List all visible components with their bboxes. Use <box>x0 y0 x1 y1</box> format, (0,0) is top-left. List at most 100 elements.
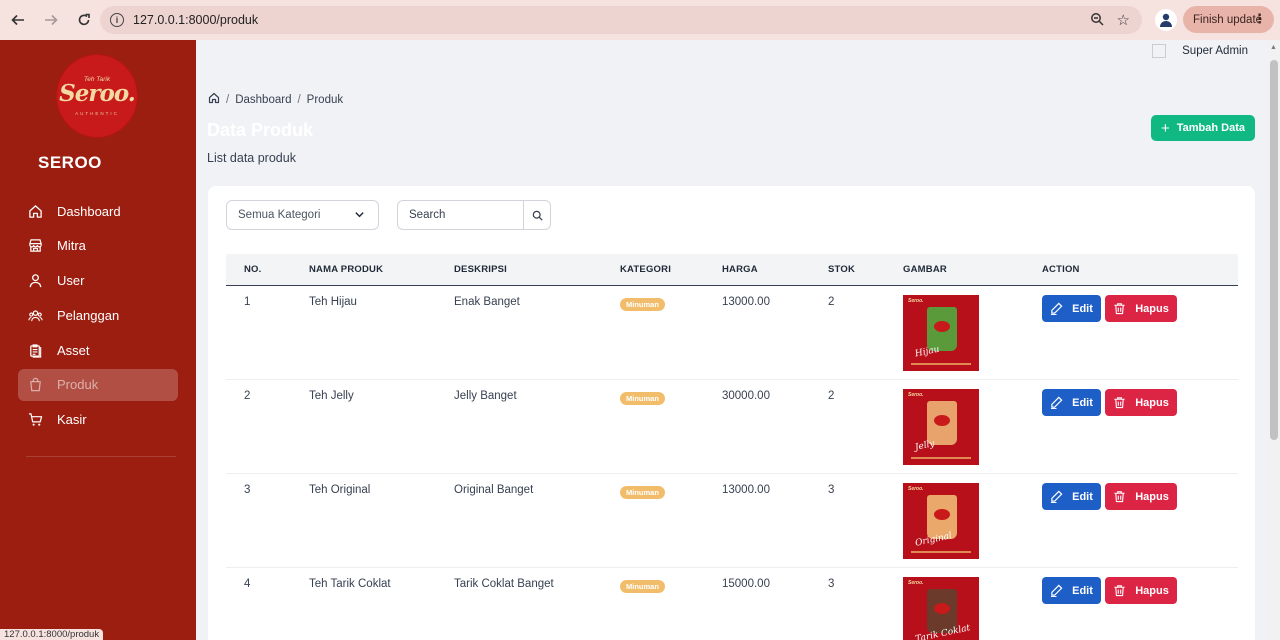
edit-label: Edit <box>1072 490 1093 503</box>
header-price: HARGA <box>722 264 758 275</box>
row-name: Teh Tarik Coklat <box>309 578 391 590</box>
cup-label <box>934 415 950 426</box>
sidebar-item-label: Mitra <box>57 238 86 254</box>
row-desc: Original Banget <box>454 484 534 496</box>
forward-button[interactable] <box>36 5 66 35</box>
edit-icon <box>1051 396 1063 409</box>
user-name: Super Admin <box>1182 45 1248 57</box>
finish-update-label: Finish update <box>1193 13 1263 26</box>
trash-icon <box>1114 303 1125 315</box>
trash-icon <box>1114 397 1125 409</box>
arrow-right-icon <box>45 14 58 26</box>
clipboard-icon <box>27 342 43 358</box>
delete-label: Hapus <box>1135 396 1169 409</box>
edit-button[interactable]: Edit <box>1042 577 1101 604</box>
page-subtitle: List data produk <box>207 151 296 165</box>
cup-label <box>934 509 950 520</box>
delete-label: Hapus <box>1135 490 1169 503</box>
home-icon[interactable] <box>208 92 220 107</box>
row-name: Teh Jelly <box>309 390 354 402</box>
edit-label: Edit <box>1072 302 1093 315</box>
delete-button[interactable]: Hapus <box>1105 389 1177 416</box>
back-button[interactable] <box>3 5 33 35</box>
image-logo-text: Seroo. <box>908 580 924 586</box>
search-button[interactable] <box>523 201 550 229</box>
user-menu[interactable]: Super Admin <box>1152 44 1248 58</box>
sidebar-item-mitra[interactable]: Mitra <box>18 230 178 262</box>
scroll-thumb[interactable] <box>1270 60 1278 440</box>
plus-icon: + <box>1160 119 1170 137</box>
delete-button[interactable]: Hapus <box>1105 577 1177 604</box>
table-row: 1 Teh Hijau Enak Banget Minuman 13000.00… <box>226 286 1238 380</box>
breadcrumb: / Dashboard / Produk <box>208 92 343 107</box>
row-actions: Edit Hapus <box>1042 483 1177 510</box>
row-category: Minuman <box>620 296 665 311</box>
sidebar-item-label: Produk <box>57 377 99 393</box>
reload-button[interactable] <box>69 5 99 35</box>
sidebar-item-label: Kasir <box>57 412 87 428</box>
edit-label: Edit <box>1072 396 1093 409</box>
edit-button[interactable]: Edit <box>1042 483 1101 510</box>
search-icon <box>532 210 543 221</box>
row-stock: 3 <box>828 578 835 590</box>
scroll-up-arrow-icon[interactable]: ▲ <box>1270 44 1277 51</box>
cup-label <box>934 321 950 332</box>
row-category: Minuman <box>620 390 665 405</box>
row-no: 1 <box>244 296 251 308</box>
product-image[interactable]: Seroo. Hijau <box>903 295 979 371</box>
zoom-icon[interactable] <box>1090 12 1104 31</box>
sidebar-item-asset[interactable]: Asset <box>18 334 178 366</box>
reload-icon <box>78 13 90 26</box>
row-name: Teh Original <box>309 484 371 496</box>
search-group <box>397 200 551 230</box>
sidebar-item-produk[interactable]: Produk <box>18 368 178 401</box>
image-label: Jelly <box>914 439 936 453</box>
address-bar[interactable]: i 127.0.0.1:8000/produk ☆ <box>100 6 1142 34</box>
add-data-button[interactable]: + Tambah Data <box>1151 115 1255 141</box>
sidebar-item-label: User <box>57 273 85 289</box>
sidebar-item-pelanggan[interactable]: Pelanggan <box>18 299 178 331</box>
image-bar <box>911 457 971 459</box>
page-scrollbar[interactable]: ▲ <box>1268 40 1280 640</box>
sidebar-item-user[interactable]: User <box>18 265 178 297</box>
row-price: 30000.00 <box>722 390 770 402</box>
category-badge: Minuman <box>620 580 665 593</box>
sidebar-item-kasir[interactable]: Kasir <box>18 404 178 436</box>
header-stock: STOK <box>828 264 856 275</box>
row-no: 2 <box>244 390 251 402</box>
brand-logo[interactable]: Teh Tarik Seroo. AUTHENTIC <box>56 54 138 138</box>
image-label: Original <box>914 531 953 549</box>
sidebar-item-dashboard[interactable]: Dashboard <box>18 195 178 227</box>
url-text: 127.0.0.1:8000/produk <box>133 13 259 27</box>
product-image[interactable]: Seroo. Original <box>903 483 979 559</box>
header-image: GAMBAR <box>903 264 947 275</box>
status-bar-url: 127.0.0.1:8000/produk <box>0 629 104 640</box>
product-image[interactable]: Seroo. Jelly <box>903 389 979 465</box>
row-actions: Edit Hapus <box>1042 389 1177 416</box>
site-info-icon[interactable]: i <box>110 13 124 27</box>
search-input[interactable] <box>398 201 523 229</box>
edit-button[interactable]: Edit <box>1042 389 1101 416</box>
product-image[interactable]: Seroo. Tarik Coklat <box>903 577 979 640</box>
category-select[interactable]: Semua Kategori <box>226 200 379 230</box>
delete-button[interactable]: Hapus <box>1105 295 1177 322</box>
edit-icon <box>1051 490 1063 503</box>
breadcrumb-dashboard[interactable]: Dashboard <box>235 94 291 106</box>
arrow-left-icon <box>11 14 24 26</box>
finish-update-button[interactable]: Finish update ⋮ <box>1183 6 1274 33</box>
header-category: KATEGORI <box>620 264 672 275</box>
row-desc: Jelly Banget <box>454 390 517 402</box>
edit-button[interactable]: Edit <box>1042 295 1101 322</box>
edit-icon <box>1051 302 1063 315</box>
profile-avatar[interactable] <box>1155 9 1177 31</box>
users-icon <box>27 307 43 323</box>
table-row: 2 Teh Jelly Jelly Banget Minuman 30000.0… <box>226 380 1238 474</box>
chevron-down-icon <box>354 209 365 223</box>
product-card: Semua Kategori NO. NAMA PRODUK DESKRIPSI… <box>208 186 1255 640</box>
row-desc: Enak Banget <box>454 296 520 308</box>
delete-button[interactable]: Hapus <box>1105 483 1177 510</box>
bookmark-star-icon[interactable]: ☆ <box>1117 11 1130 29</box>
header-no: NO. <box>244 264 262 275</box>
header-desc: DESKRIPSI <box>454 264 508 275</box>
sidebar-item-label: Asset <box>57 342 90 358</box>
